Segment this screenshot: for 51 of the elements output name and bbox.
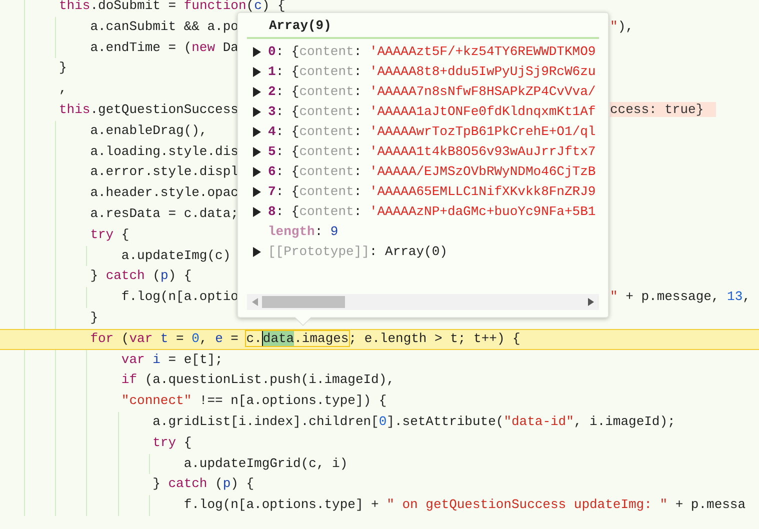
expand-arrow-icon[interactable] — [253, 87, 261, 97]
code-line: for (var t = 0, e = c.data.images; e.length > t; t++) { — [89, 330, 520, 346]
property-text: 6: {content: 'AAAAA/EJMSzOVbRWyNDMo46CjTzB — [268, 163, 596, 182]
code-line: a.loading.style.dis — [89, 144, 238, 159]
expand-arrow-icon[interactable] — [253, 187, 261, 197]
expand-arrow-icon[interactable] — [253, 127, 261, 137]
expand-arrow-icon[interactable] — [253, 167, 261, 177]
property-text: 8: {content: 'AAAAAzNP+daGMc+buoYc9NFa+5B1 — [268, 203, 596, 222]
expand-arrow-icon[interactable] — [253, 207, 261, 217]
code-line: "connect" !== n[a.options.type]) { — [120, 393, 387, 408]
expand-arrow-icon[interactable] — [253, 67, 261, 77]
scrollbar-thumb[interactable] — [262, 296, 345, 308]
code-line: a.updateImg(c) — [120, 248, 231, 263]
code-line: a.enableDrag(), — [89, 122, 208, 138]
expand-arrow-icon[interactable] — [253, 47, 261, 57]
expand-arrow-icon[interactable] — [253, 147, 261, 157]
property-text: 3: {content: 'AAAAA1aJtONFe0fdKldnqxmKt1Af — [268, 103, 596, 122]
code-line: this.getQuestionSuccess — [59, 102, 238, 117]
code-line: var i = e[t]; — [120, 352, 223, 367]
property-text: [[Prototype]]: Array(0) — [268, 243, 448, 262]
property-text: 0: {content: 'AAAAAzt5F/+kz54TY6REWWDTKMO9 — [268, 43, 596, 62]
code-line: f.log(n[a.optio — [120, 289, 238, 304]
expand-arrow-icon[interactable] — [253, 107, 261, 117]
code-line: a.error.style.displ — [89, 164, 238, 180]
code-line: } catch (p) { — [152, 476, 254, 492]
property-text: 5: {content: 'AAAAA1t4kB8O56v93wAuJrrJftx7 — [268, 143, 596, 162]
property-text: 7: {content: 'AAAAA65EMLLC1NifXKvkk8FnZRJ9 — [268, 183, 596, 202]
code-line: a.gridList[i.index].children[0].setAttribute("data-id", i.imageId); — [152, 414, 676, 429]
code-line: a.endTime = (new Da — [89, 40, 238, 55]
property-text: 4: {content: 'AAAAAwrTozTpB61PkCrehE+O1/ql — [268, 123, 596, 142]
property-text: 2: {content: 'AAAAA7n8sNfwF8HSAPkZP4CvVva/ — [268, 83, 596, 102]
code-line: a.resData = c.data; — [89, 206, 238, 221]
code-line: try { — [89, 226, 130, 242]
code-line: a.canSubmit && a.po — [89, 18, 238, 34]
property-text: 1: {content: 'AAAAA8t8+ddu5IwPyUjSj9RcW6zu — [268, 63, 596, 82]
code-line: "), — [610, 18, 634, 36]
expand-arrow-icon[interactable] — [253, 247, 261, 257]
code-line: f.log(n[a.options.type] + " on getQuestionSuccess updateImg: " + p.messa — [182, 497, 746, 512]
code-line: } — [89, 310, 98, 325]
code-line: a.header.style.opac — [89, 185, 238, 200]
property-text: length: 9 — [268, 223, 338, 242]
code-line: try { — [152, 434, 192, 450]
popover-title: Array(9) — [268, 17, 332, 35]
code-line: , — [59, 81, 67, 96]
scroll-right-arrow-icon[interactable] — [588, 298, 594, 306]
code-line: } — [59, 60, 67, 76]
code-line: a.updateImgGrid(c, i) — [182, 456, 348, 471]
horizontal-scrollbar[interactable] — [247, 294, 599, 310]
code-line: " + p.message, 13, — [610, 288, 750, 306]
code-line: if (a.questionList.push(i.imageId), — [120, 372, 394, 388]
code-line: } catch (p) { — [89, 268, 192, 284]
